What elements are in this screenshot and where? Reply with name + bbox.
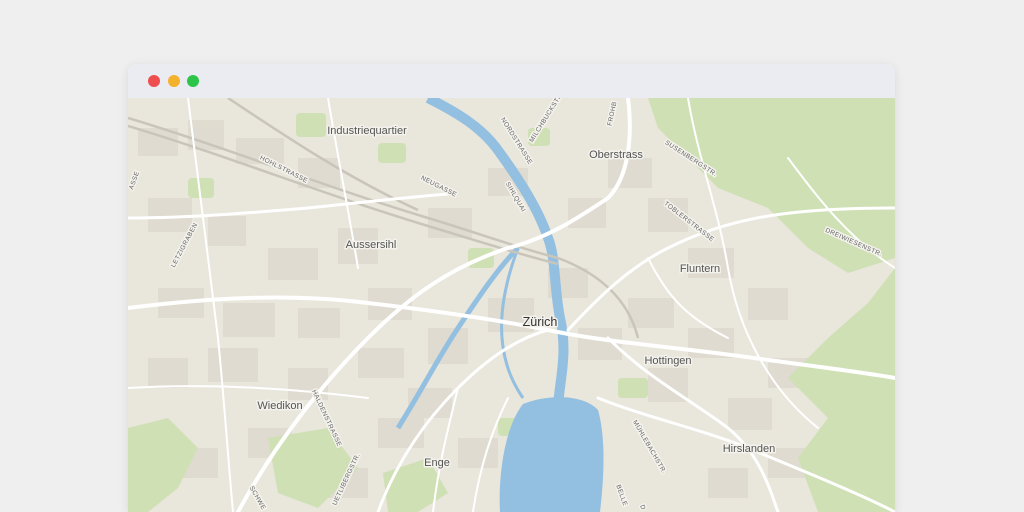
close-window-button[interactable]	[148, 75, 160, 87]
label-fluntern[interactable]: Fluntern	[678, 262, 721, 277]
label-hirslanden[interactable]: Hirslanden	[721, 442, 777, 457]
minimize-window-button[interactable]	[168, 75, 180, 87]
label-aussersihl[interactable]: Aussersihl	[344, 238, 398, 253]
maximize-window-button[interactable]	[187, 75, 199, 87]
map-view[interactable]: Zürich Industriequartier Oberstrass Auss…	[128, 98, 895, 512]
window-titlebar	[128, 64, 895, 99]
map-canvas[interactable]: Zürich Industriequartier Oberstrass Auss…	[128, 98, 895, 512]
browser-window: Zürich Industriequartier Oberstrass Auss…	[128, 64, 895, 512]
label-wiedikon[interactable]: Wiedikon	[256, 399, 304, 414]
label-zurich[interactable]: Zürich	[521, 314, 559, 331]
label-hottingen[interactable]: Hottingen	[643, 354, 693, 369]
label-industriequartier[interactable]: Industriequartier	[326, 124, 409, 139]
label-oberstrass[interactable]: Oberstrass	[588, 148, 645, 163]
label-enge[interactable]: Enge	[423, 456, 452, 471]
